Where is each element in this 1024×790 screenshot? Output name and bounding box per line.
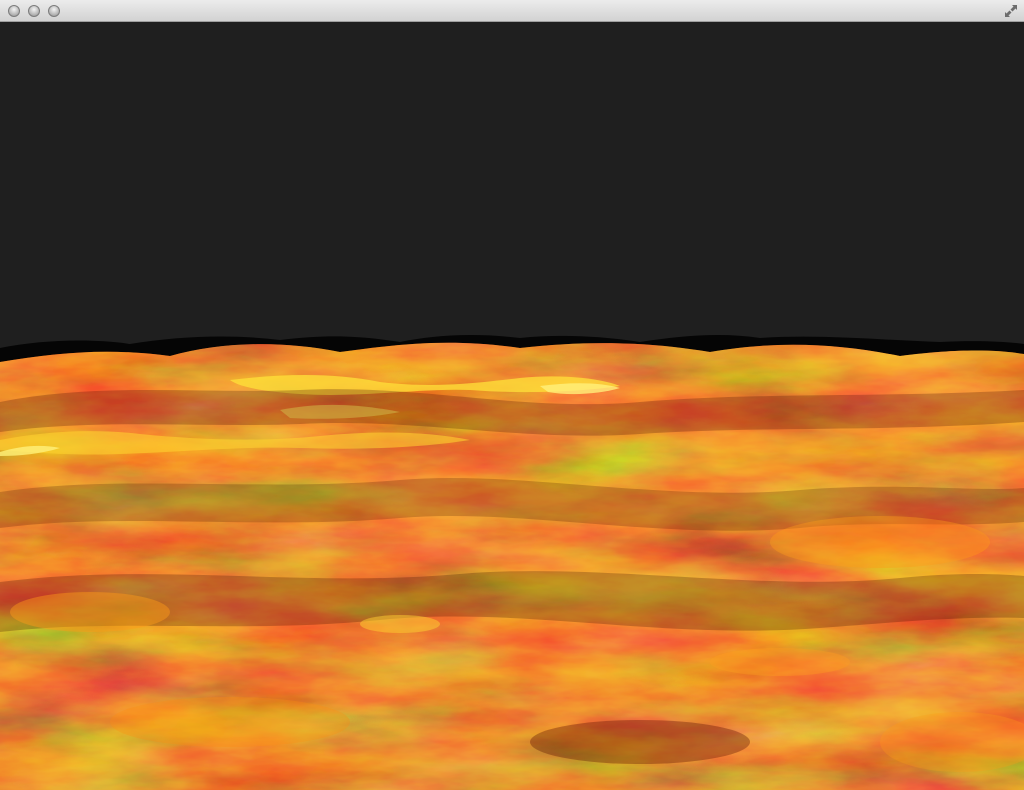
fullscreen-arrows-icon[interactable] <box>1004 4 1018 18</box>
title-bar[interactable] <box>0 0 1024 22</box>
app-window <box>0 0 1024 790</box>
lava-terrain-scene <box>0 22 1024 790</box>
render-viewport[interactable] <box>0 22 1024 790</box>
minimize-button[interactable] <box>28 5 40 17</box>
close-button[interactable] <box>8 5 20 17</box>
zoom-button[interactable] <box>48 5 60 17</box>
